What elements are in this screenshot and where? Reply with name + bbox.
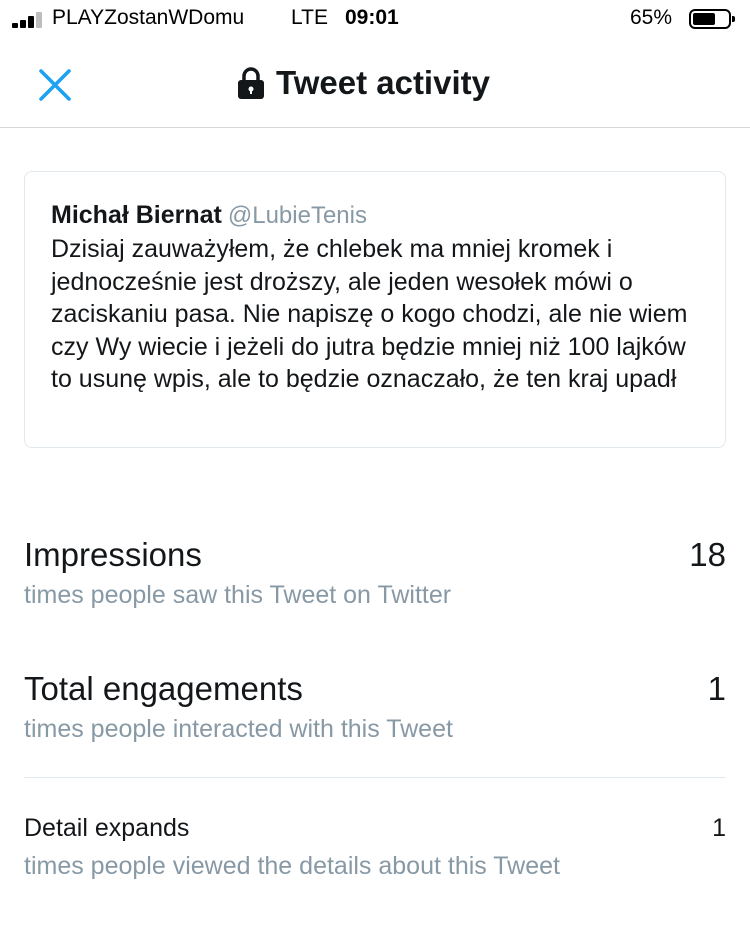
tweet-author-name: Michał Biernat xyxy=(51,201,222,229)
network-type: LTE xyxy=(291,6,328,29)
status-time: 09:01 xyxy=(345,6,399,29)
tweet-author-handle: @LubieTenis xyxy=(227,202,367,229)
metric-impressions-description: times people saw this Tweet on Twitter xyxy=(24,581,452,609)
battery-percentage: 65% xyxy=(630,6,673,29)
page-title: Tweet activity xyxy=(236,62,490,104)
metric-impressions-value: 18 xyxy=(689,536,726,573)
divider xyxy=(24,777,726,778)
metric-impressions: Impressions 18 times people saw this Twe… xyxy=(24,536,726,616)
metric-detail-expands-value: 1 xyxy=(712,814,726,842)
close-icon xyxy=(39,69,71,101)
tweet-header: Michał Biernat @LubieTenis xyxy=(51,200,699,231)
metric-detail-expands-label: Detail expands xyxy=(24,814,190,842)
tweet-text: Dzisiaj zauważyłem, że chlebek ma mniej … xyxy=(51,235,688,393)
close-button[interactable] xyxy=(32,62,78,108)
metric-detail-expands-description: times people viewed the details about th… xyxy=(24,852,560,880)
lock-icon xyxy=(238,67,264,99)
metric-detail-expands: Detail expands 1 times people viewed the… xyxy=(24,814,726,888)
navigation-bar: Tweet activity xyxy=(0,40,750,128)
carrier-name: PLAYZostanWDomu xyxy=(52,6,245,29)
metric-engagements-description: times people interacted with this Tweet xyxy=(24,715,453,743)
cellular-signal-icon xyxy=(12,12,48,28)
battery-icon xyxy=(689,9,735,29)
metric-engagements-label: Total engagements xyxy=(24,670,303,707)
metric-impressions-label: Impressions xyxy=(24,536,202,573)
tweet-card[interactable]: Michał Biernat @LubieTenis Dzisiaj zauważ… xyxy=(24,171,726,448)
metric-total-engagements: Total engagements 1 times people interac… xyxy=(24,670,726,750)
page-title-text: Tweet activity xyxy=(276,64,490,101)
status-bar: PLAYZostanWDomu LTE 09:01 65% xyxy=(0,0,750,40)
metric-engagements-value: 1 xyxy=(707,670,726,707)
